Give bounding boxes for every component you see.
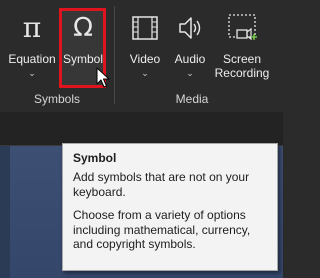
ribbon-lower-band: [0, 112, 283, 146]
audio-button[interactable]: Audio ⌄: [168, 0, 212, 90]
tooltip-title: Symbol: [73, 151, 117, 165]
equation-label: Equation: [8, 52, 56, 66]
symbols-group-label: Symbols: [33, 92, 80, 106]
speaker-icon: [168, 10, 212, 46]
mouse-pointer-icon: [96, 67, 110, 94]
slide-edge: [0, 146, 10, 278]
audio-label: Audio: [174, 52, 206, 66]
video-button[interactable]: Video ⌄: [122, 0, 168, 90]
chevron-down-icon: ⌄: [141, 68, 149, 78]
tooltip-description: Add symbols that are not on your keyboar…: [73, 170, 250, 199]
equation-glyph: π: [22, 11, 42, 44]
symbol-tooltip: Symbol Add symbols that are not on your …: [62, 143, 278, 271]
chevron-down-icon: ⌄: [186, 68, 194, 78]
equation-button[interactable]: π Equation ⌄: [4, 0, 60, 90]
media-group-label: Media: [175, 92, 209, 106]
chevron-down-icon: ⌄: [28, 68, 36, 78]
tooltip-details: Choose from a variety of options includi…: [73, 208, 251, 251]
ribbon: π Equation ⌄ Ω Symbol Video ⌄ Audio ⌄ Sc…: [0, 0, 283, 112]
group-divider: [114, 6, 115, 104]
video-label: Video: [129, 52, 161, 66]
film-icon: [122, 10, 168, 46]
screen-recording-button[interactable]: Screen Recording: [212, 0, 272, 90]
pi-icon: π: [4, 10, 60, 46]
screen-recording-icon: [212, 10, 272, 46]
recording-label: Recording: [214, 66, 270, 80]
screen-label: Screen: [222, 52, 262, 66]
